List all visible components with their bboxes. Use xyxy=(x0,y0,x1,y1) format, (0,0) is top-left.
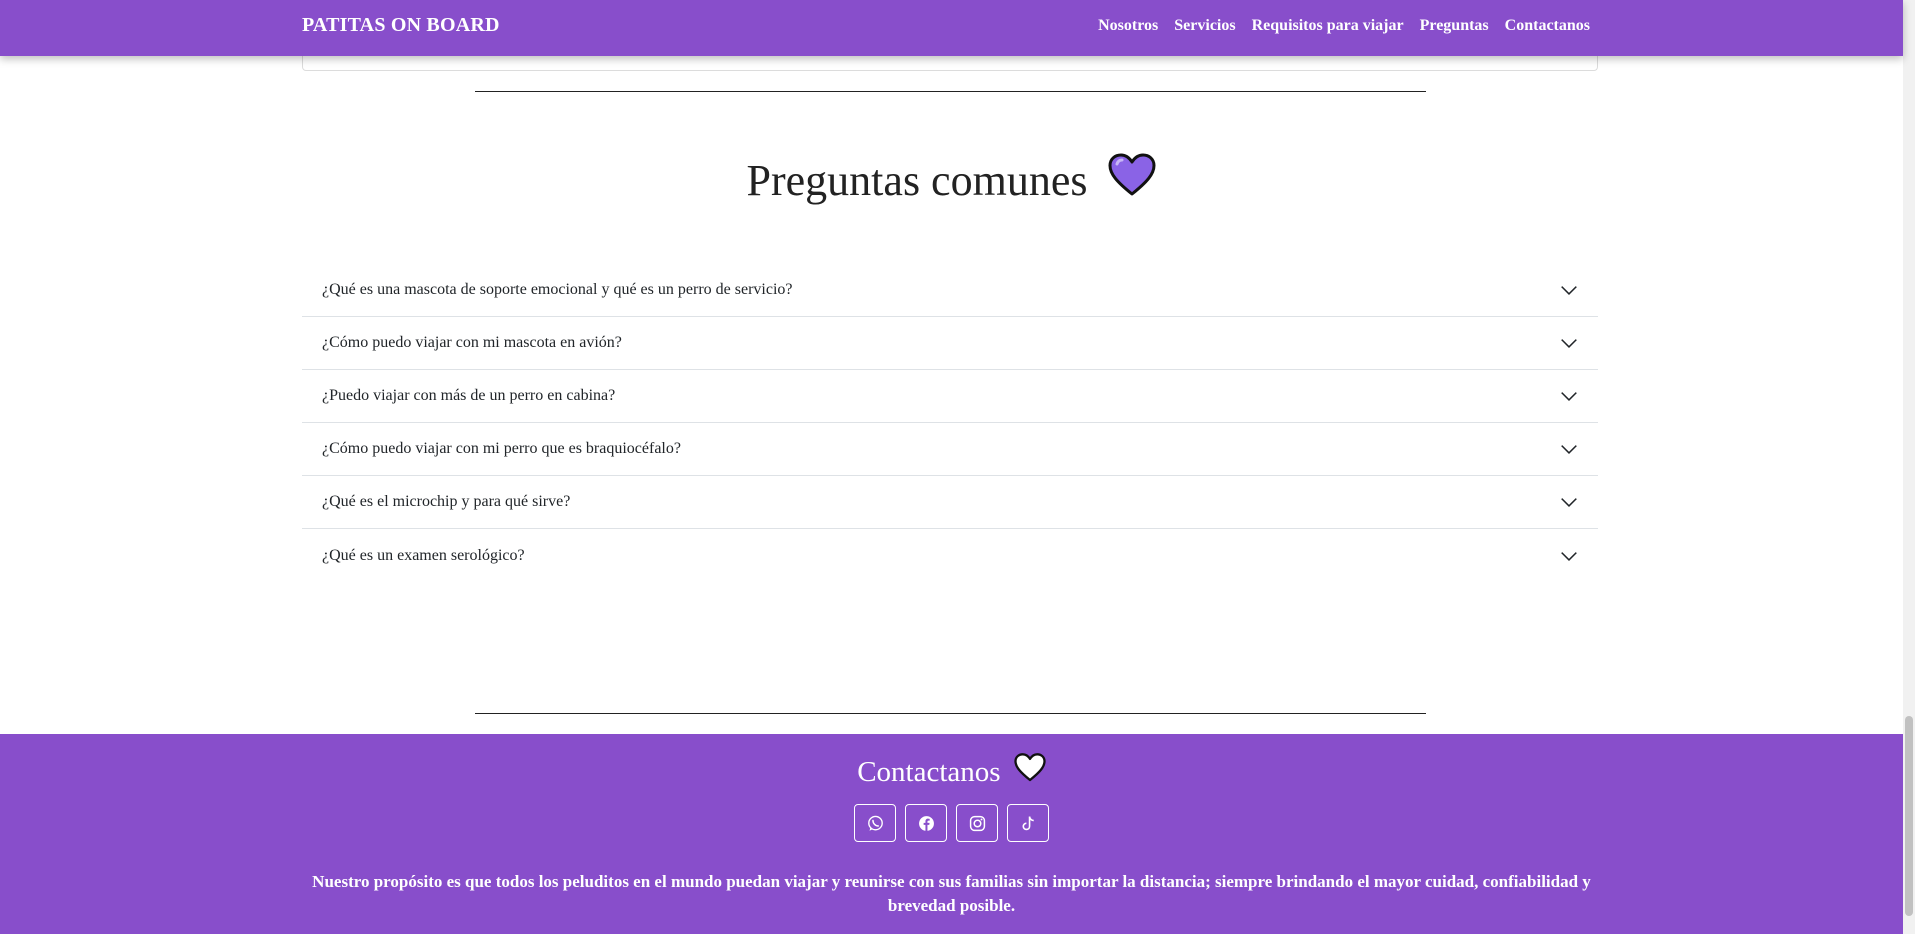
brand-logo-text[interactable]: PATITAS ON BOARD xyxy=(302,14,500,37)
nav-link-contactanos[interactable]: Contactanos xyxy=(1505,17,1590,35)
faq-accordion: ¿Qué es una mascota de soporte emocional… xyxy=(302,264,1598,582)
nav-link-preguntas[interactable]: Preguntas xyxy=(1420,17,1489,35)
scrollbar-thumb[interactable] xyxy=(1905,716,1913,916)
chevron-down-icon xyxy=(1561,392,1577,402)
chevron-down-icon xyxy=(1561,498,1577,508)
footer-title: Contactanos xyxy=(857,756,1001,788)
faq-question: ¿Qué es un examen serológico? xyxy=(322,546,525,564)
whatsapp-icon xyxy=(867,815,883,831)
nav-link-servicios[interactable]: Servicios xyxy=(1174,17,1235,35)
footer-heading: Contactanos xyxy=(0,753,1903,790)
faq-question: ¿Cómo puedo viajar con mi mascota en avi… xyxy=(322,334,622,351)
heart-icon xyxy=(1014,753,1046,790)
section-divider-top xyxy=(475,91,1426,92)
faq-question: ¿Puedo viajar con más de un perro en cab… xyxy=(322,387,616,404)
faq-question: ¿Cómo puedo viajar con mi perro que es b… xyxy=(322,440,681,457)
faq-item[interactable]: ¿Puedo viajar con más de un perro en cab… xyxy=(302,370,1598,423)
facebook-button[interactable] xyxy=(905,804,947,842)
instagram-icon xyxy=(969,815,985,831)
chevron-down-icon xyxy=(1561,339,1577,349)
faq-item[interactable]: ¿Qué es un examen serológico? xyxy=(302,529,1598,582)
instagram-button[interactable] xyxy=(956,804,998,842)
footer-mission-text: Nuestro propósito es que todos los pelud… xyxy=(312,872,1591,915)
faq-title: Preguntas comunes xyxy=(746,156,1088,205)
section-divider-bottom xyxy=(475,713,1426,714)
faq-item[interactable]: ¿Qué es el microchip y para qué sirve? xyxy=(302,476,1598,529)
facebook-icon xyxy=(918,815,934,831)
nav-link-nosotros[interactable]: Nosotros xyxy=(1098,17,1158,35)
chevron-down-icon xyxy=(1561,286,1577,296)
faq-item[interactable]: ¿Qué es una mascota de soporte emocional… xyxy=(302,264,1598,317)
navbar: PATITAS ON BOARD Nosotros Servicios Requ… xyxy=(0,0,1903,56)
faq-item[interactable]: ¿Cómo puedo viajar con mi mascota en avi… xyxy=(302,317,1598,370)
faq-question: ¿Qué es una mascota de soporte emocional… xyxy=(322,281,793,298)
social-links xyxy=(0,804,1903,842)
tiktok-button[interactable] xyxy=(1007,804,1049,842)
nav-links: Nosotros Servicios Requisitos para viaja… xyxy=(1098,17,1590,35)
faq-heading: Preguntas comunes xyxy=(0,153,1903,208)
faq-item[interactable]: ¿Cómo puedo viajar con mi perro que es b… xyxy=(302,423,1598,476)
page-scrollbar[interactable] xyxy=(1903,0,1915,934)
faq-question: ¿Qué es el microchip y para qué sirve? xyxy=(322,493,571,510)
nav-link-requisitos[interactable]: Requisitos para viajar xyxy=(1252,17,1404,35)
footer: Contactanos Nuestro propósito es que tod… xyxy=(0,734,1903,934)
tiktok-icon xyxy=(1021,815,1034,830)
chevron-down-icon xyxy=(1561,445,1577,455)
heart-icon xyxy=(1108,153,1156,208)
chevron-down-icon xyxy=(1561,551,1577,561)
whatsapp-button[interactable] xyxy=(854,804,896,842)
